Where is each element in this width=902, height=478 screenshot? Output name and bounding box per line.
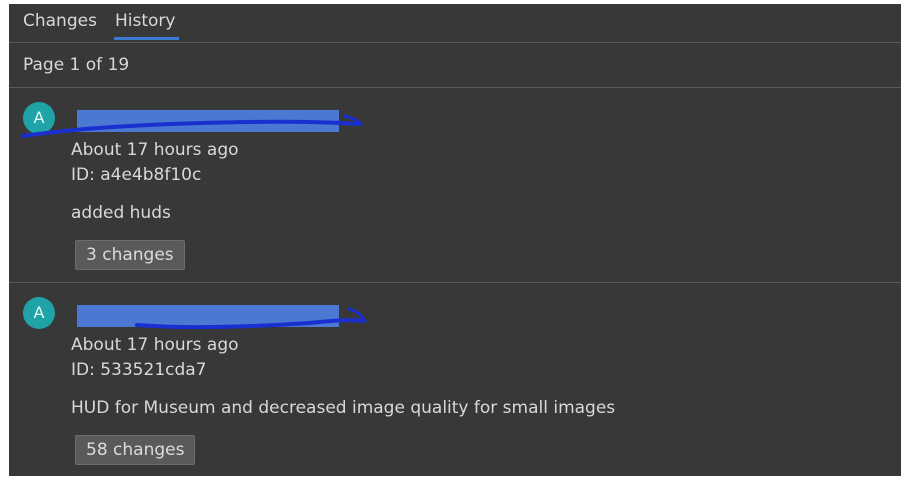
history-entry: A About 17 hours ago ID: a4e4b8f10c adde… [9, 88, 901, 283]
author-name-redacted [21, 106, 369, 138]
history-entry: A About 17 hours ago ID: 533521cda7 HUD … [9, 283, 901, 476]
author-name-redacted [69, 301, 369, 330]
commit-message: HUD for Museum and decreased image quali… [71, 398, 616, 418]
pagination-bar: Page 1 of 19 [9, 43, 901, 88]
commit-message: added huds [71, 203, 171, 223]
tab-bar: Changes History [9, 4, 901, 43]
page-indicator: Page 1 of 19 [23, 55, 130, 75]
tab-history[interactable]: History [115, 11, 175, 31]
redaction-scribble [135, 307, 367, 330]
commit-time: About 17 hours ago [71, 140, 239, 160]
redaction-scribble [21, 114, 363, 138]
commit-id: ID: 533521cda7 [71, 360, 207, 380]
commit-time: About 17 hours ago [71, 335, 239, 355]
tab-changes[interactable]: Changes [23, 11, 97, 31]
history-panel: Changes History Page 1 of 19 A About 17 … [9, 4, 901, 476]
changes-button[interactable]: 58 changes [75, 435, 196, 465]
commit-id: ID: a4e4b8f10c [71, 165, 202, 185]
active-tab-indicator [114, 37, 179, 40]
changes-button[interactable]: 3 changes [75, 240, 185, 270]
